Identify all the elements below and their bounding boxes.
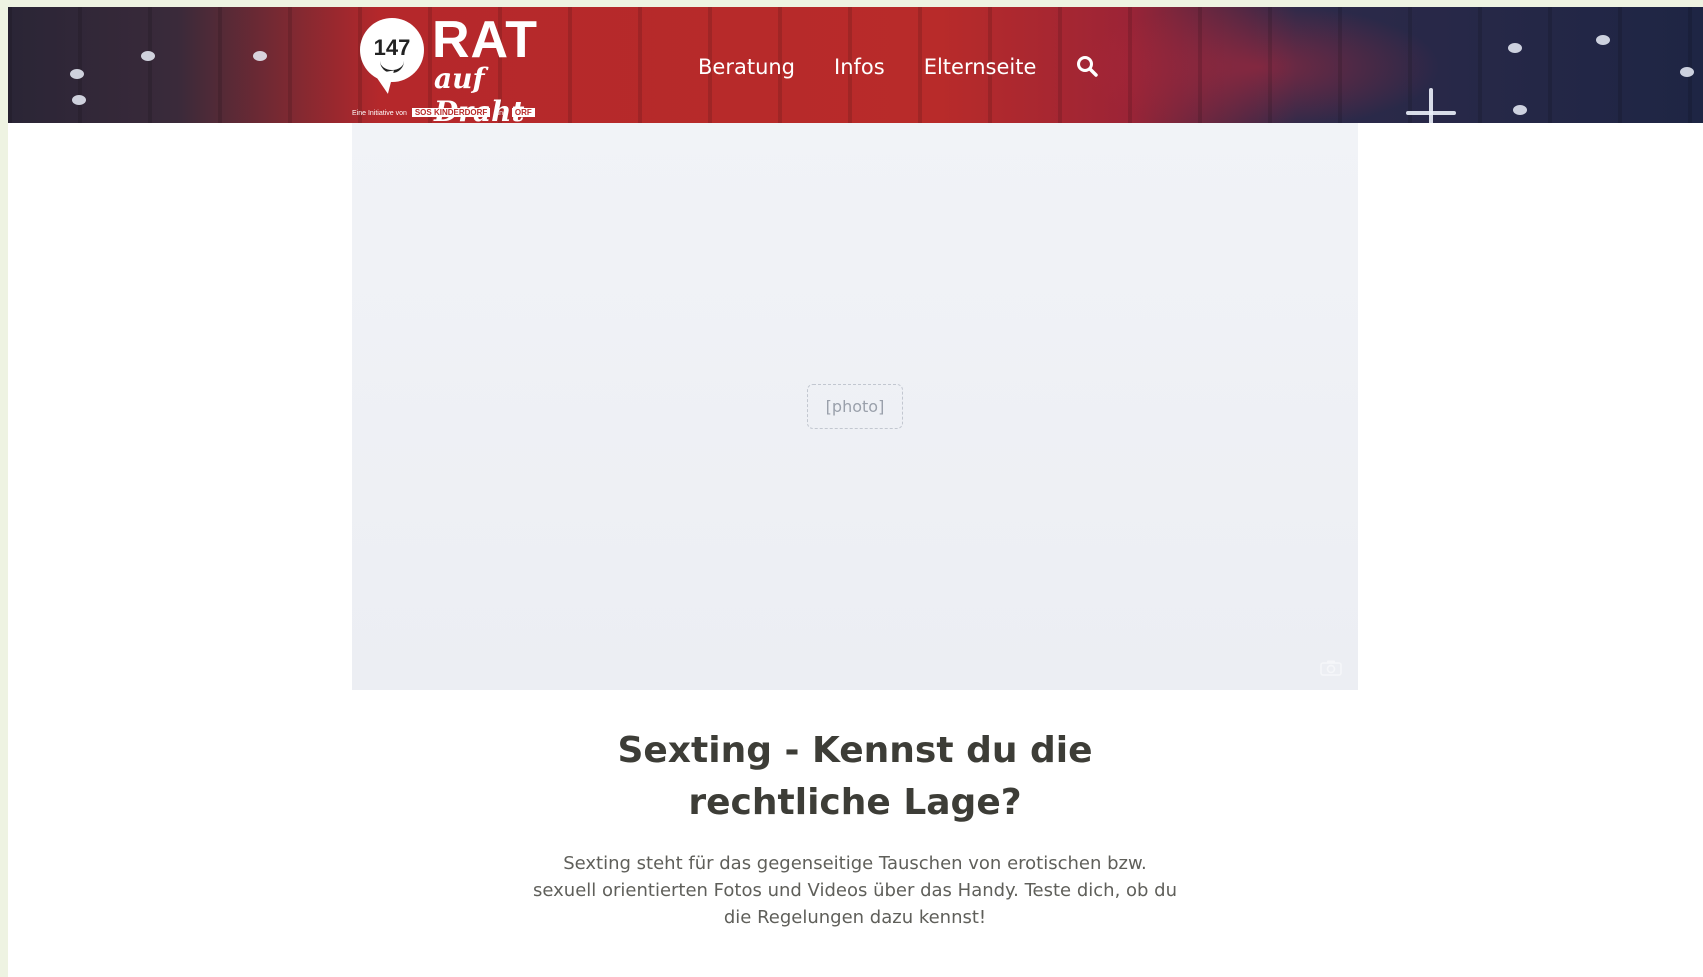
logo-tagline: Eine Initiative von SOS KINDERDORF und O… — [352, 108, 538, 117]
speech-bubble-icon: 147 — [360, 18, 424, 82]
decor-dot — [70, 69, 84, 79]
decor-dot — [1680, 67, 1694, 77]
page-title: Sexting - Kennst du die rechtliche Lage? — [352, 725, 1358, 829]
decor-plus-icon — [1406, 88, 1456, 123]
logo-number: 147 — [373, 35, 411, 60]
hero-image: [photo] — [352, 123, 1358, 690]
hero-image-placeholder: [photo] — [806, 384, 904, 429]
site-header: 147 RAT auf Draht Eine Initiative von SO… — [8, 7, 1703, 123]
tagline-prefix: Eine Initiative von — [352, 110, 407, 117]
page-title-line2: rechtliche Lage? — [688, 782, 1022, 823]
decor-dot — [1596, 35, 1610, 45]
decor-dot — [1513, 105, 1527, 115]
decor-dot — [1508, 43, 1522, 53]
tagline-and: und — [495, 110, 507, 117]
page: 147 RAT auf Draht Eine Initiative von SO… — [8, 7, 1703, 977]
decor-dot — [253, 51, 267, 61]
page-title-line1: Sexting - Kennst du die — [617, 730, 1093, 771]
camera-icon — [1320, 660, 1342, 676]
partner-sos-logo: SOS KINDERDORF — [411, 108, 491, 117]
nav-item-infos[interactable]: Infos — [834, 55, 885, 79]
search-icon[interactable] — [1075, 54, 1101, 80]
nav-item-beratung[interactable]: Beratung — [698, 55, 795, 79]
nav-item-elternseite[interactable]: Elternseite — [924, 55, 1037, 79]
main-nav: Beratung Infos Elternseite — [698, 54, 1101, 80]
logo-name: RAT — [432, 11, 539, 69]
smile-icon — [380, 60, 404, 73]
partner-orf-logo: ORF — [511, 108, 535, 117]
decor-dot — [141, 51, 155, 61]
intro-text: Sexting steht für das gegenseitige Tausc… — [533, 853, 1178, 928]
decor-dot — [72, 95, 86, 105]
site-logo[interactable]: 147 RAT auf Draht Eine Initiative von SO… — [352, 11, 572, 123]
